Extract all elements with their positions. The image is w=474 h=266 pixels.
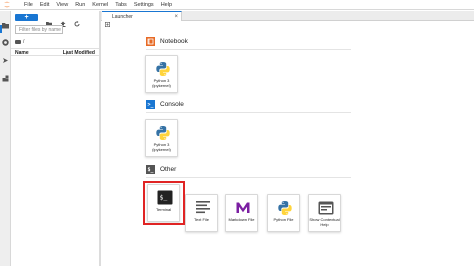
new-folder-icon[interactable] <box>46 14 52 27</box>
markdown-file-card[interactable]: Markdown File <box>225 194 258 232</box>
markdown-icon <box>234 199 251 216</box>
running-icon[interactable] <box>2 33 9 46</box>
card-label: Text File <box>194 217 209 222</box>
menu-settings[interactable]: Settings <box>134 0 154 10</box>
breadcrumb: / <box>15 38 24 46</box>
new-launcher-button[interactable]: + <box>15 13 38 21</box>
commands-icon[interactable] <box>2 51 9 63</box>
menu-kernel[interactable]: Kernel <box>92 0 108 10</box>
jupyter-logo-icon <box>2 0 12 10</box>
notebook-icon <box>146 37 155 46</box>
close-tab-icon[interactable]: × <box>174 13 178 21</box>
notebook-section-title: Notebook <box>160 38 188 45</box>
breadcrumb-path[interactable]: / <box>23 39 24 45</box>
notebook-divider <box>146 49 351 50</box>
filter-files-input[interactable]: Filter files by name <box>15 25 63 34</box>
menu-tabs[interactable]: Tabs <box>115 0 127 10</box>
refresh-icon[interactable] <box>74 14 80 27</box>
file-browser-toolbar: + <box>11 11 99 27</box>
contextual-help-card[interactable]: Show Contextual Help <box>308 194 341 232</box>
card-label: Markdown File <box>228 217 255 222</box>
notebook-python3-card[interactable]: Python 3 (ipykernel) <box>145 55 178 93</box>
other-section-header: $_ Other <box>146 165 176 174</box>
python-logo-icon <box>154 60 171 77</box>
card-label: Python File <box>273 217 294 222</box>
card-label: Python 3 (ipykernel) <box>152 78 171 88</box>
menu-view[interactable]: View <box>56 0 68 10</box>
tab-label: Launcher <box>112 13 133 20</box>
notebook-section-header: Notebook <box>146 37 188 46</box>
card-label: Show Contextual Help <box>309 217 340 227</box>
console-section-title: Console <box>160 101 184 108</box>
python-logo-icon <box>154 124 171 141</box>
console-python3-card[interactable]: Python 3 (ipykernel) <box>145 119 178 157</box>
other-section-title: Other <box>160 166 177 173</box>
other-divider <box>146 177 351 178</box>
launcher-tab-icon <box>105 14 111 28</box>
activity-bar <box>0 11 11 266</box>
column-last-modified[interactable]: Last Modified <box>63 50 95 56</box>
folder-icon[interactable] <box>2 16 9 29</box>
text-file-icon <box>194 199 211 216</box>
card-label: Python 3 (ipykernel) <box>152 142 171 152</box>
extensions-icon[interactable] <box>2 69 9 82</box>
console-icon: >_ <box>146 100 155 109</box>
home-folder-icon[interactable] <box>15 40 21 44</box>
menu-file[interactable]: File <box>24 0 33 10</box>
menu-bar: File Edit View Run Kernel Tabs Settings … <box>0 0 474 10</box>
python-logo-icon <box>276 199 293 216</box>
menu-help[interactable]: Help <box>161 0 172 10</box>
menu-run[interactable]: Run <box>75 0 85 10</box>
text-file-card[interactable]: Text File <box>185 194 218 232</box>
python-file-card[interactable]: Python File <box>267 194 300 232</box>
console-section-header: >_ Console <box>146 100 184 109</box>
terminal-highlight-box <box>143 181 185 225</box>
file-list-header: Name Last Modified <box>11 48 99 56</box>
console-divider <box>146 112 351 113</box>
other-icon: $_ <box>146 165 155 174</box>
menu-edit[interactable]: Edit <box>40 0 49 10</box>
upload-icon[interactable] <box>60 14 66 27</box>
tab-bar: Launcher × <box>101 11 474 28</box>
tab-launcher[interactable]: Launcher × <box>102 11 182 28</box>
launcher-area: Launcher × Notebook Python 3 (ipykernel)… <box>101 11 474 266</box>
column-name[interactable]: Name <box>15 50 29 56</box>
file-browser: + Filter files by name / Name Last Modif… <box>11 11 99 266</box>
contextual-help-icon <box>317 199 334 216</box>
